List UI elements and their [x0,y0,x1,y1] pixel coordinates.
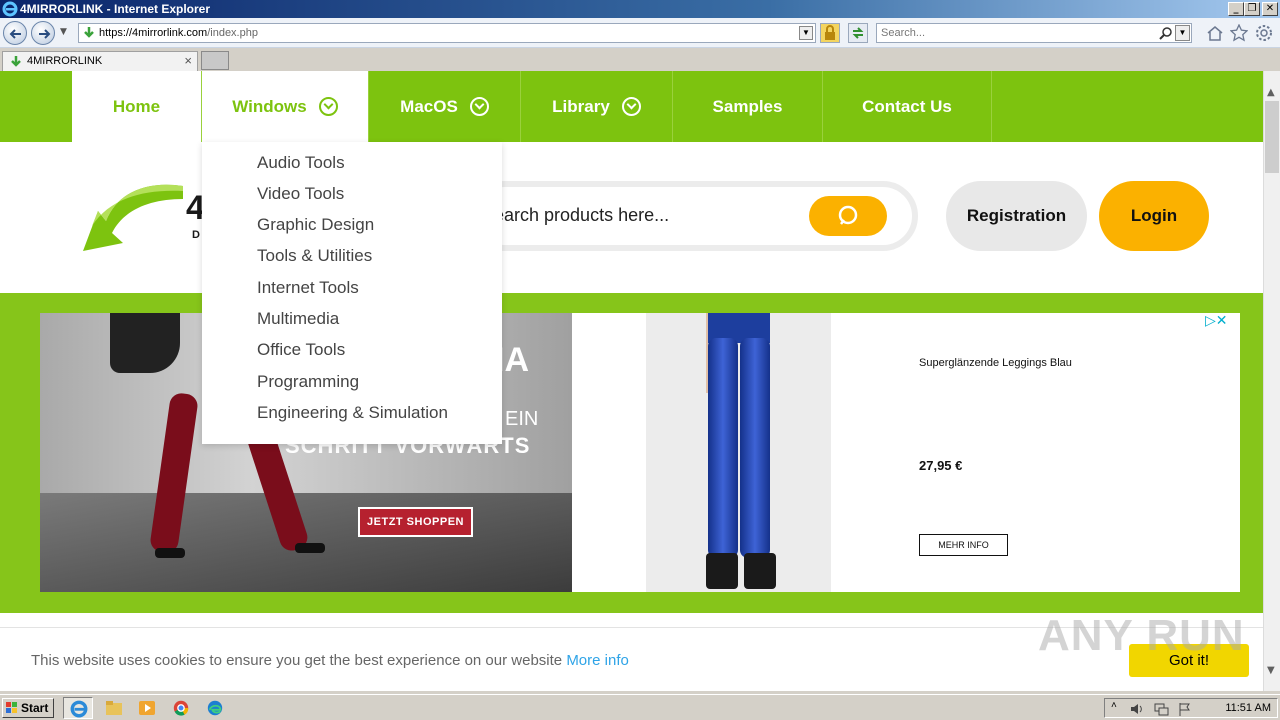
page-viewport: Home Windows MacOS Library Samples Conta… [0,71,1263,691]
dropdown-item-internet-tools[interactable]: Internet Tools [257,278,359,298]
product-search-button[interactable] [809,196,887,236]
nav-contact-label: Contact Us [862,96,952,116]
chevron-down-icon [318,97,338,116]
back-button[interactable] [3,21,27,45]
site-navigation: Home Windows MacOS Library Samples Conta… [0,71,1263,142]
nav-contact-us[interactable]: Contact Us [823,71,992,142]
site-logo-subtext: D [192,229,202,241]
forward-button[interactable] [31,21,55,45]
nav-samples-label: Samples [712,96,783,116]
refresh-icon [852,27,864,39]
registration-button[interactable]: Registration [946,181,1087,251]
close-window-button[interactable]: ✕ [1262,2,1278,16]
tab-title: 4MIRRORLINK [27,55,103,67]
dropdown-item-multimedia[interactable]: Multimedia [257,309,339,329]
cookie-more-info-link[interactable]: More info [566,652,629,669]
windows-taskbar: Start ˄ 11:51 AM [0,694,1280,720]
nav-library[interactable]: Library [521,71,673,142]
search-icon[interactable] [1159,26,1173,40]
settings-gear-icon[interactable] [1255,24,1273,42]
nav-macos[interactable]: MacOS [369,71,521,142]
nav-home-label: Home [112,96,161,116]
product-search-bar[interactable]: earch products here... [470,181,918,251]
scrollbar-thumb[interactable] [1265,101,1279,173]
history-dropdown-icon[interactable]: ▼ [60,27,67,37]
action-center-flag-icon[interactable] [1177,701,1193,717]
address-dropdown-button[interactable]: ▼ [799,26,813,40]
security-lock-button[interactable] [820,23,840,43]
new-tab-button[interactable] [201,51,229,70]
dropdown-item-programming[interactable]: Programming [257,372,359,392]
ad-more-info-button[interactable]: MEHR INFO [919,534,1008,556]
refresh-button[interactable] [848,23,868,43]
ad-product-photo[interactable] [646,313,831,592]
file-explorer-icon[interactable] [104,699,124,717]
nav-windows[interactable]: Windows [202,71,369,142]
tab-4mirrorlink[interactable]: 4MIRRORLINK × [2,51,198,71]
anyrun-watermark: ANY RUN [1038,611,1245,660]
taskbar-clock[interactable]: 11:51 AM [1225,702,1271,714]
dropdown-item-graphic-design[interactable]: Graphic Design [257,215,374,235]
back-arrow-icon [9,29,21,39]
dropdown-item-engineering-simulation[interactable]: Engineering & Simulation [257,403,448,423]
browser-navigation-bar: ▼ https://4mirrorlink.com/index.php ▼ Se… [0,18,1280,48]
cookie-message: This website uses cookies to ensure you … [31,652,629,669]
download-arrow-icon [11,56,21,67]
dropdown-item-office-tools[interactable]: Office Tools [257,340,345,360]
tab-close-icon[interactable]: × [184,53,192,68]
favorites-star-icon[interactable] [1230,24,1248,42]
windows-logo-icon [6,702,17,713]
lock-icon [825,25,835,40]
login-button[interactable]: Login [1099,181,1209,251]
taskbar-ie-button[interactable] [63,697,93,719]
minimize-button[interactable]: _ [1228,2,1244,16]
chevron-down-icon [621,97,641,116]
home-icon[interactable] [1206,24,1224,42]
nav-home[interactable]: Home [72,71,202,142]
edge-icon[interactable] [205,699,225,717]
system-tray: ˄ 11:51 AM [1104,698,1278,718]
address-url: https://4mirrorlink.com/index.php [99,27,258,39]
nav-library-label: Library [552,96,610,116]
dropdown-item-audio-tools[interactable]: Audio Tools [257,153,345,173]
ie-logo-icon [2,1,18,17]
restore-button[interactable]: ❐ [1244,2,1260,16]
ad-shop-now-button[interactable]: JETZT SHOPPEN [358,507,473,537]
forward-arrow-icon [39,29,51,39]
scroll-up-arrow-icon[interactable]: ▲ [1267,87,1275,98]
windows-dropdown-menu: Audio Tools Video Tools Graphic Design T… [202,142,502,444]
volume-icon[interactable] [1129,701,1145,717]
window-titlebar: 4MIRRORLINK - Internet Explorer _ ❐ ✕ [0,0,1280,18]
ad-product-name[interactable]: Superglänzende Leggings Blau [919,357,1072,369]
adchoices-close-icon[interactable]: ▷✕ [1205,313,1228,329]
browser-search-placeholder: Search... [881,27,926,39]
dropdown-item-tools-utilities[interactable]: Tools & Utilities [257,246,372,266]
network-icon[interactable] [1153,701,1169,717]
ad-tagline-1: EIN [505,408,539,430]
chrome-icon[interactable] [171,699,191,717]
scroll-down-arrow-icon[interactable]: ▼ [1267,665,1275,676]
search-icon [838,205,858,225]
nav-windows-label: Windows [232,96,307,116]
start-label: Start [21,701,49,715]
vertical-scrollbar[interactable]: ▲ ▼ [1263,71,1280,691]
tray-expand-icon[interactable]: ˄ [1111,700,1117,711]
dropdown-item-video-tools[interactable]: Video Tools [257,184,344,204]
start-button[interactable]: Start [2,698,54,718]
nav-macos-label: MacOS [400,96,458,116]
product-search-placeholder: earch products here... [494,205,670,225]
window-title: 4MIRRORLINK - Internet Explorer [20,2,211,16]
address-bar[interactable]: https://4mirrorlink.com/index.php ▼ [78,23,816,43]
chevron-down-icon [469,97,489,116]
search-dropdown-button[interactable]: ▼ [1175,25,1190,41]
download-arrow-icon [84,27,94,38]
site-logo-arrow-icon[interactable] [78,181,188,256]
nav-samples[interactable]: Samples [673,71,823,142]
internet-explorer-icon [70,700,88,718]
ad-product-price: 27,95 € [919,458,963,473]
media-player-icon[interactable] [137,699,157,717]
browser-search-box[interactable]: Search... ▼ [876,23,1192,43]
tab-strip: 4MIRRORLINK × [0,49,1280,71]
